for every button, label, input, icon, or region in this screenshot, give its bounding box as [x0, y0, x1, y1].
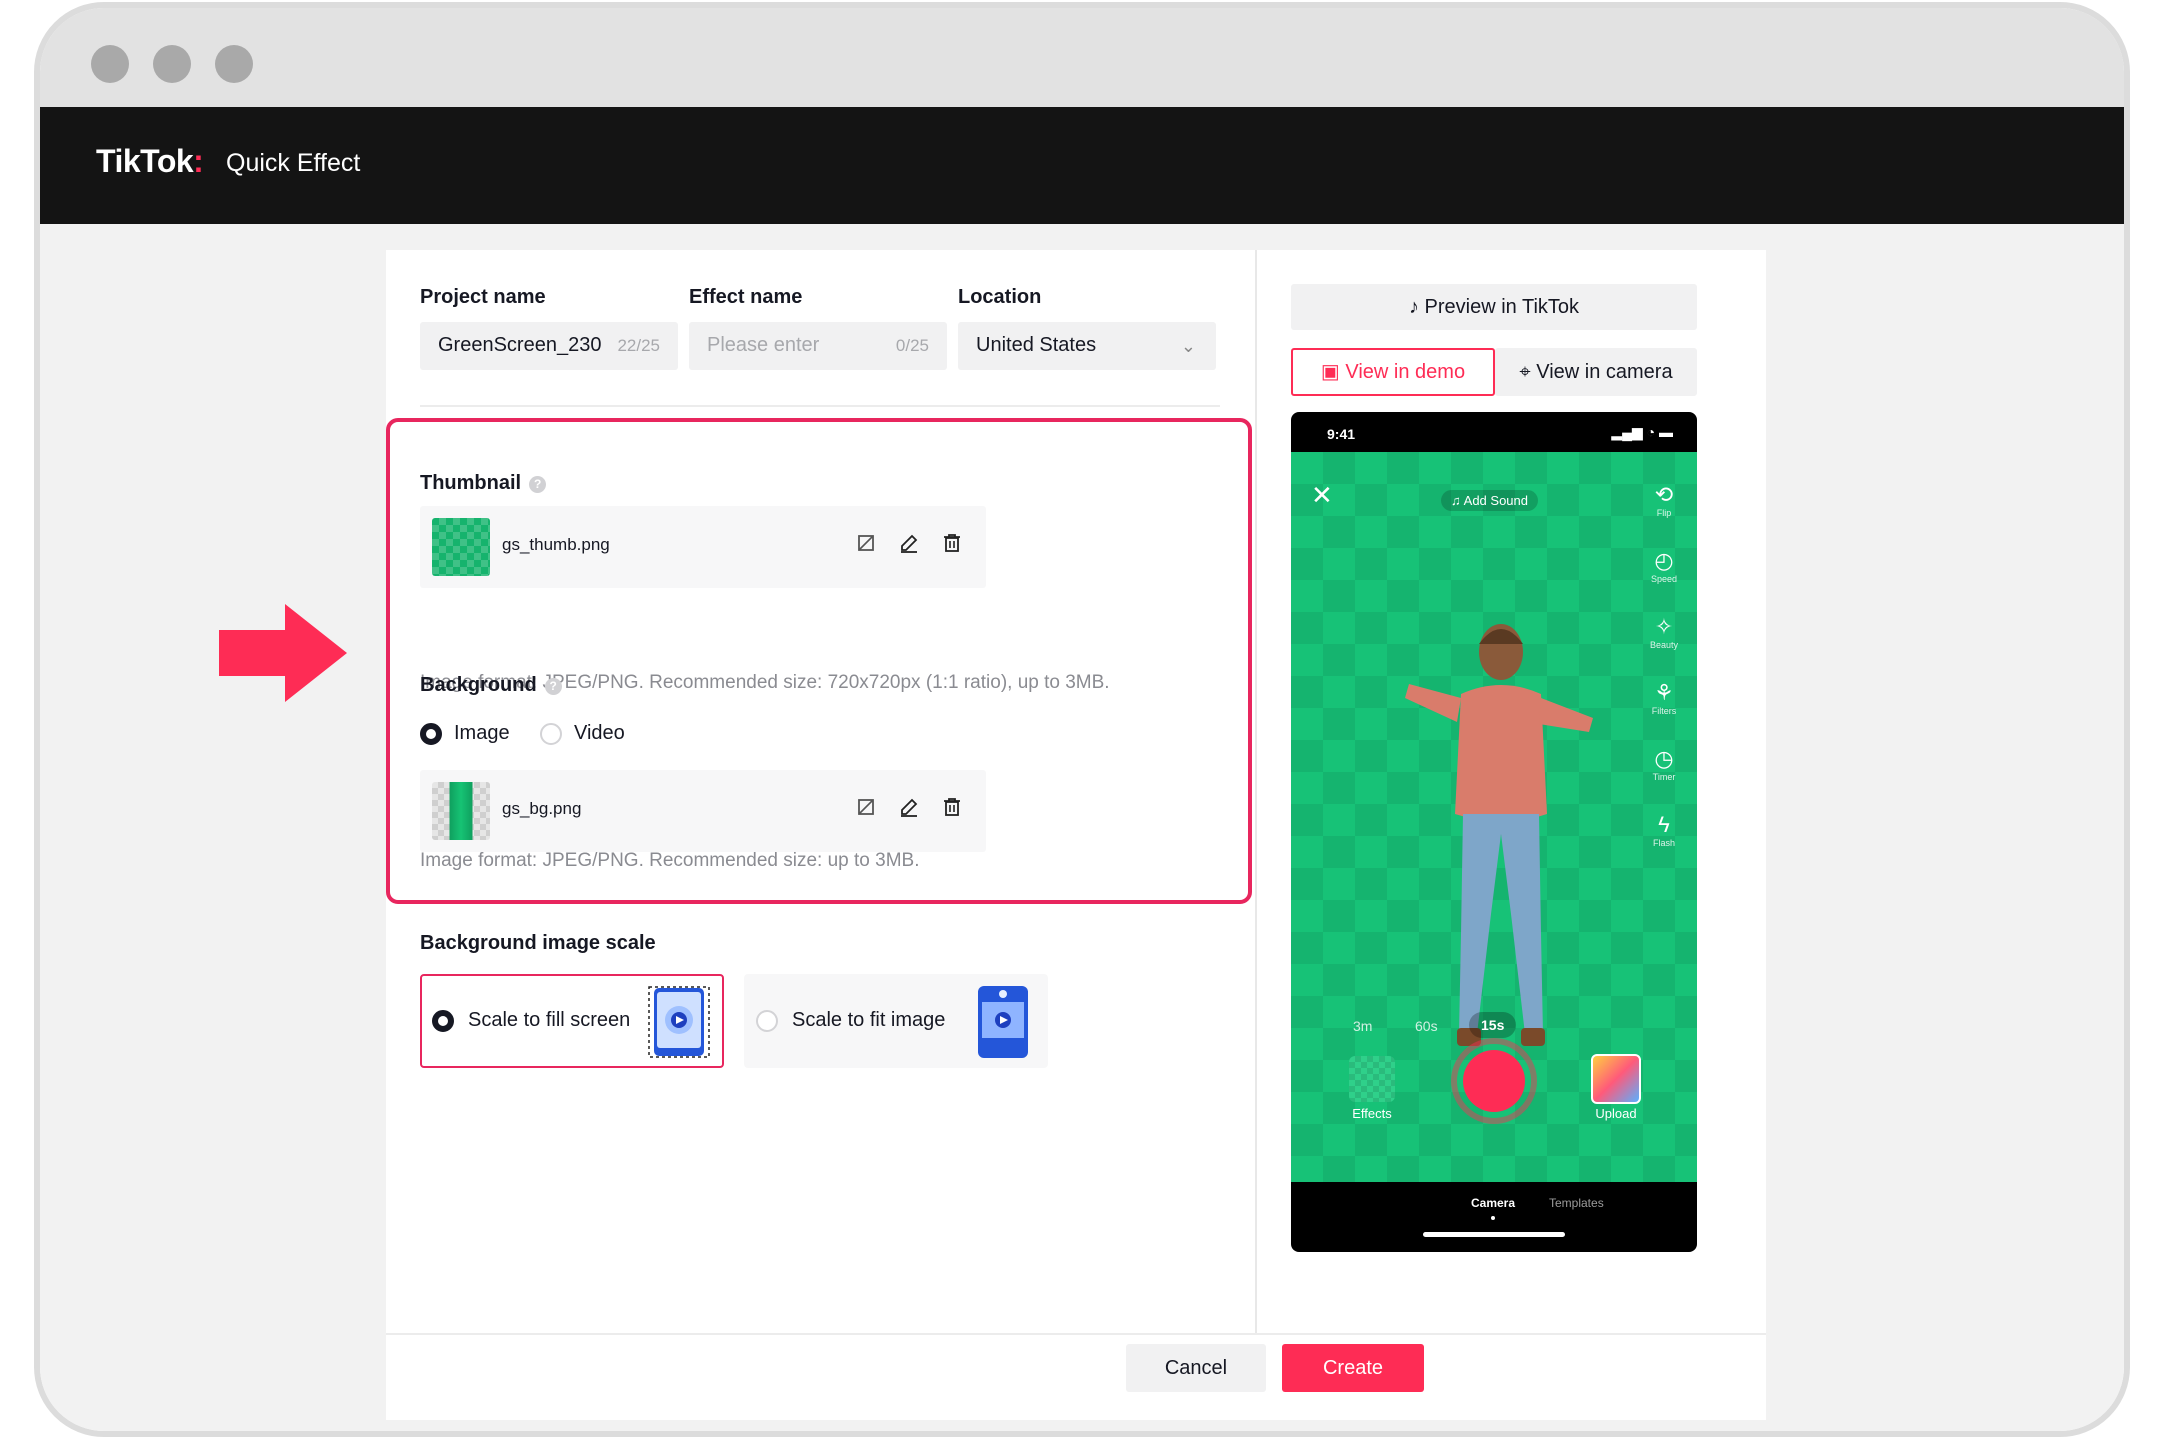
background-hint: Image format: JPEG/PNG. Recommended size…	[420, 850, 920, 871]
duration-15s[interactable]: 15s	[1469, 1012, 1517, 1038]
home-indicator	[1423, 1232, 1565, 1237]
thumbnail-filename: gs_thumb.png	[502, 535, 610, 554]
flash-tool[interactable]: ϟ Flash	[1649, 812, 1679, 848]
tiktok-note-icon: ♪	[1408, 296, 1425, 318]
window-close-dot[interactable]	[91, 45, 129, 83]
create-button[interactable]: Create	[1282, 1344, 1424, 1392]
bottom-tab-camera[interactable]: Camera	[1471, 1196, 1515, 1210]
product-name: Quick Effect	[226, 149, 361, 177]
location-label: Location	[958, 286, 1042, 308]
flip-icon: ⟲	[1654, 482, 1674, 507]
background-option-video[interactable]: Video	[540, 722, 625, 745]
divider	[420, 405, 1220, 407]
cancel-button[interactable]: Cancel	[1126, 1344, 1266, 1392]
effects-button[interactable]	[1349, 1056, 1395, 1102]
upload-button[interactable]	[1591, 1054, 1641, 1104]
chevron-down-icon: ⌄	[1180, 336, 1196, 356]
location-pin-icon: ⌖	[1519, 361, 1537, 383]
radio-selected	[420, 722, 442, 745]
speed-tool[interactable]: ◴ Speed	[1649, 548, 1679, 584]
page-body: Project name Effect name Location GreenS…	[40, 224, 2124, 1431]
upload-label: Upload	[1595, 1106, 1637, 1121]
status-icons: ▂▄▆ ◔ ▬	[1611, 424, 1673, 440]
location-select[interactable]: United States ⌄	[958, 322, 1216, 370]
tiktok-logo[interactable]: TikTok:	[96, 143, 204, 180]
window-minimize-dot[interactable]	[153, 45, 191, 83]
preview-panel: ♪ Preview in TikTok ▣ View in demo ⌖ Vie…	[1257, 250, 1766, 1333]
speed-icon: ◴	[1654, 548, 1674, 573]
flip-tool[interactable]: ⟲ Flip	[1649, 482, 1679, 518]
form-panel: Project name Effect name Location GreenS…	[386, 250, 1253, 1333]
background-title: Background?	[420, 674, 562, 697]
scale-fill-option[interactable]: Scale to fill screen	[420, 974, 724, 1068]
active-tab-dot	[1491, 1216, 1495, 1220]
flash-icon: ϟ	[1658, 812, 1670, 837]
radio-unselected	[540, 722, 562, 745]
thumbnail-file-row: gs_thumb.png	[420, 506, 986, 588]
play-square-icon: ▣	[1320, 361, 1346, 383]
phone-preview: 9:41 ▂▄▆ ◔ ▬ ✕ ♫ Add Sound ⟲ Flip ◴ Speed …	[1291, 412, 1697, 1252]
effect-name-placeholder: Please enter	[707, 334, 820, 356]
background-file-row: gs_bg.png	[420, 770, 986, 852]
background-option-image[interactable]: Image	[420, 722, 510, 745]
person-figure	[1405, 624, 1593, 1046]
add-sound-button[interactable]: ♫ Add Sound	[1441, 490, 1538, 511]
delete-icon[interactable]	[940, 795, 964, 819]
delete-icon[interactable]	[940, 531, 964, 555]
create-effect-card: Project name Effect name Location GreenS…	[386, 250, 1766, 1420]
tab-view-in-camera[interactable]: ⌖ View in camera	[1495, 348, 1697, 396]
tab-view-in-demo[interactable]: ▣ View in demo	[1291, 348, 1495, 396]
duration-3m[interactable]: 3m	[1353, 1018, 1372, 1034]
footer-divider	[386, 1333, 1766, 1335]
filters-icon: ⚘	[1654, 680, 1674, 705]
filters-tool[interactable]: ⚘ Filters	[1649, 680, 1679, 716]
phone-fit-icon	[978, 986, 1028, 1058]
effects-label: Effects	[1352, 1106, 1392, 1121]
bottom-tab-templates[interactable]: Templates	[1549, 1196, 1604, 1210]
arrow-right-icon	[219, 604, 347, 702]
beauty-tool[interactable]: ✧ Beauty	[1649, 614, 1679, 650]
record-button[interactable]	[1451, 1038, 1537, 1124]
crop-icon[interactable]	[854, 531, 878, 555]
record-dot	[1463, 1050, 1525, 1112]
scale-heading: Background image scale	[420, 932, 656, 954]
scale-fit-option[interactable]: Scale to fit image	[744, 974, 1048, 1068]
browser-titlebar	[40, 8, 2124, 107]
status-time: 9:41	[1327, 426, 1356, 442]
project-name-label: Project name	[420, 286, 546, 308]
radio-selected	[432, 1010, 454, 1032]
browser-window: TikTok: Quick Effect Project name Effect…	[34, 2, 2130, 1437]
project-name-value: GreenScreen_230	[438, 334, 602, 356]
crop-icon[interactable]	[854, 795, 878, 819]
radio-unselected	[756, 1010, 778, 1032]
help-icon[interactable]: ?	[544, 678, 562, 695]
phone-fill-icon	[648, 986, 710, 1058]
scale-fill-label: Scale to fill screen	[468, 1009, 631, 1031]
window-maximize-dot[interactable]	[215, 45, 253, 83]
edit-icon[interactable]	[897, 795, 921, 819]
edit-icon[interactable]	[897, 531, 921, 555]
green-screen-background: ✕ ♫ Add Sound ⟲ Flip ◴ Speed ✧ Beauty ⚘ Filt…	[1291, 452, 1697, 1182]
top-nav: TikTok: Quick Effect	[40, 107, 2124, 224]
beauty-icon: ✧	[1654, 614, 1674, 639]
background-preview	[432, 782, 490, 840]
timer-icon: ◷	[1654, 746, 1674, 771]
thumbnail-preview	[432, 518, 490, 576]
scale-fit-label: Scale to fit image	[792, 1009, 946, 1031]
background-filename: gs_bg.png	[502, 799, 582, 818]
duration-60s[interactable]: 60s	[1415, 1018, 1438, 1034]
effect-name-counter: 0/25	[895, 336, 929, 355]
preview-in-tiktok-button[interactable]: ♪ Preview in TikTok	[1291, 284, 1697, 330]
effect-name-input[interactable]: Please enter 0/25	[689, 322, 947, 370]
timer-tool[interactable]: ◷ Timer	[1649, 746, 1679, 782]
effect-name-label: Effect name	[689, 286, 803, 308]
help-icon[interactable]: ?	[529, 476, 547, 493]
close-icon[interactable]: ✕	[1311, 480, 1333, 511]
project-name-input[interactable]: GreenScreen_230 22/25	[420, 322, 678, 370]
thumbnail-heading: Thumbnail?	[420, 472, 547, 495]
location-value: United States	[976, 334, 1097, 356]
project-name-counter: 22/25	[617, 336, 660, 355]
